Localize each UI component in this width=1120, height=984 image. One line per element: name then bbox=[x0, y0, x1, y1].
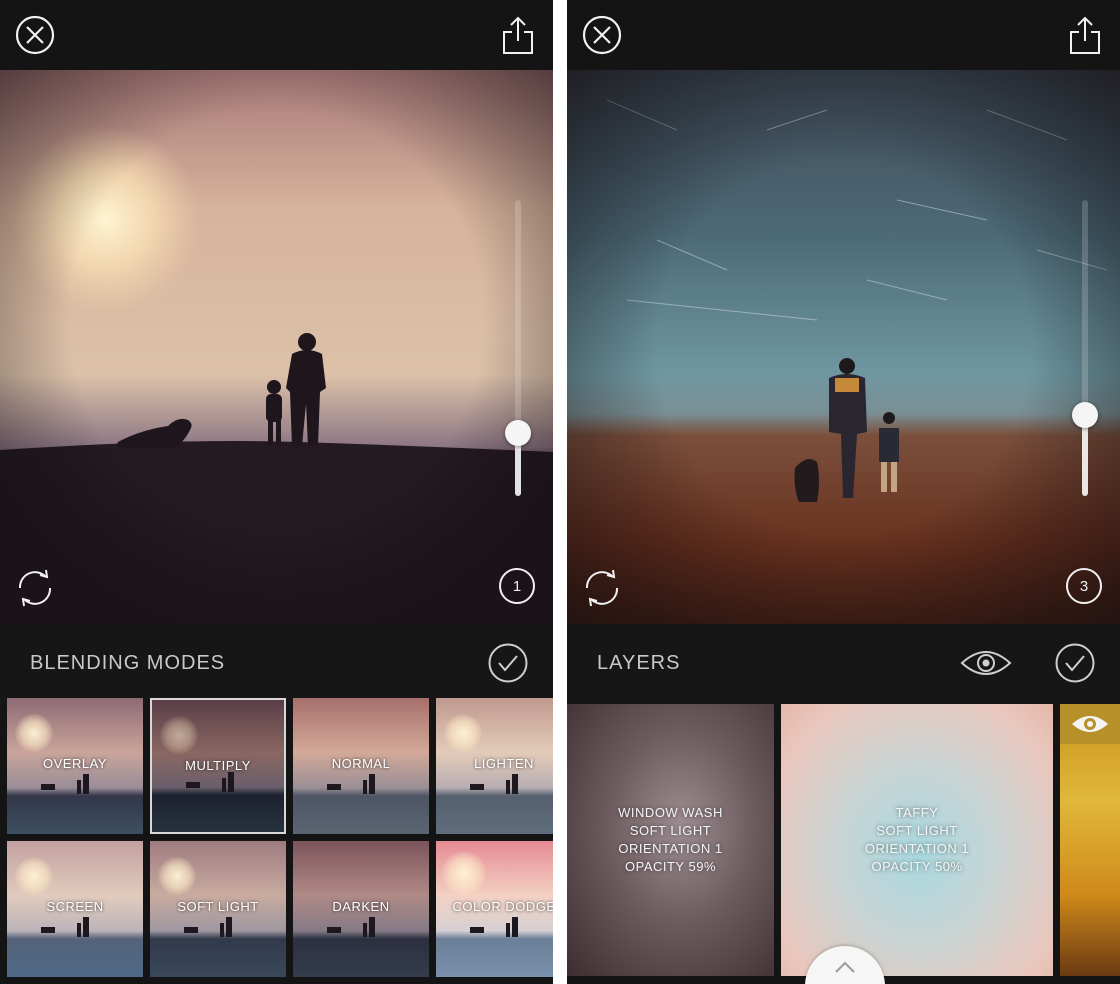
layer-blend-mode: SOFT LIGHT bbox=[876, 823, 958, 838]
layer-list: WINDOW WASH SOFT LIGHT ORIENTATION 1 OPA… bbox=[567, 704, 1120, 984]
opacity-slider-thumb[interactable] bbox=[1072, 402, 1098, 428]
blend-mode-grid: OVERLAY MULTIPLY NORMAL LIGHTEN SCREEN S… bbox=[7, 698, 553, 984]
close-circle-icon bbox=[582, 15, 622, 55]
blend-mode-tile-selected[interactable]: MULTIPLY bbox=[150, 698, 286, 834]
blend-mode-label: NORMAL bbox=[331, 756, 391, 771]
checkmark-circle-icon bbox=[488, 643, 528, 683]
eye-icon bbox=[1072, 716, 1108, 732]
panel-header: LAYERS bbox=[567, 624, 1120, 704]
layer-card[interactable]: TAFFY SOFT LIGHT ORIENTATION 1 OPACITY 5… bbox=[781, 704, 1053, 976]
blend-mode-label: SCREEN bbox=[46, 899, 104, 914]
panel-title: BLENDING MODES bbox=[30, 652, 226, 674]
blend-mode-label: SOFT LIGHT bbox=[177, 899, 259, 914]
blend-mode-label: MULTIPLY bbox=[185, 758, 251, 773]
blend-mode-tile[interactable]: NORMAL bbox=[293, 698, 429, 834]
blend-mode-label: COLOR DODGE bbox=[452, 899, 553, 914]
sync-arrows-icon bbox=[18, 569, 52, 607]
blend-mode-label: OVERLAY bbox=[43, 756, 107, 771]
layer-count-badge[interactable]: 1 bbox=[499, 568, 535, 604]
sync-arrows-icon bbox=[585, 569, 619, 607]
blending-modes-screen: 1 BLENDING MODES OVERLAY MULTIPLY NORMAL… bbox=[0, 0, 553, 984]
layer-orientation: ORIENTATION 1 bbox=[618, 841, 723, 856]
toggle-visibility-button[interactable] bbox=[959, 646, 1013, 680]
confirm-button[interactable] bbox=[1054, 642, 1096, 684]
blend-mode-tile[interactable]: SCREEN bbox=[7, 841, 143, 977]
layer-name: TAFFY bbox=[895, 805, 939, 820]
opacity-slider-thumb[interactable] bbox=[505, 420, 531, 446]
blend-mode-tile[interactable]: OVERLAY bbox=[7, 698, 143, 834]
layer-count-badge[interactable]: 3 bbox=[1066, 568, 1102, 604]
layer-card[interactable] bbox=[1060, 704, 1120, 976]
close-button[interactable] bbox=[581, 14, 623, 56]
layer-visibility-toggle[interactable] bbox=[1060, 704, 1120, 744]
blend-mode-tile[interactable]: LIGHTEN bbox=[436, 698, 553, 834]
sync-button[interactable] bbox=[12, 566, 58, 610]
chevron-up-icon bbox=[835, 961, 855, 973]
close-circle-icon bbox=[15, 15, 55, 55]
panel-title: LAYERS bbox=[597, 652, 681, 674]
sync-button[interactable] bbox=[579, 566, 625, 610]
top-toolbar bbox=[567, 0, 1120, 70]
opacity-slider[interactable] bbox=[1072, 200, 1098, 496]
share-button[interactable] bbox=[501, 14, 535, 56]
panel-header: BLENDING MODES bbox=[0, 624, 553, 704]
blend-mode-label: LIGHTEN bbox=[474, 756, 534, 771]
layer-orientation: ORIENTATION 1 bbox=[864, 841, 970, 856]
share-button[interactable] bbox=[1068, 14, 1102, 56]
confirm-button[interactable] bbox=[487, 642, 529, 684]
layer-name: WINDOW WASH bbox=[618, 805, 723, 820]
blend-mode-label: DARKEN bbox=[332, 899, 390, 914]
share-icon bbox=[503, 16, 533, 54]
layers-screen: 3 LAYERS WINDOW WASH SOFT LIGHT ORIENTAT… bbox=[567, 0, 1120, 984]
blend-mode-tile[interactable]: DARKEN bbox=[293, 841, 429, 977]
layer-card[interactable]: WINDOW WASH SOFT LIGHT ORIENTATION 1 OPA… bbox=[567, 704, 774, 976]
layer-blend-mode: SOFT LIGHT bbox=[629, 823, 712, 838]
layer-info: WINDOW WASH SOFT LIGHT ORIENTATION 1 OPA… bbox=[567, 804, 774, 876]
opacity-slider[interactable] bbox=[505, 200, 531, 496]
photo-canvas[interactable] bbox=[0, 70, 553, 624]
layer-opacity: OPACITY 59% bbox=[625, 859, 716, 874]
share-icon bbox=[1070, 16, 1100, 54]
layer-info: TAFFY SOFT LIGHT ORIENTATION 1 OPACITY 5… bbox=[781, 804, 1053, 876]
checkmark-circle-icon bbox=[1055, 643, 1095, 683]
blend-mode-tile[interactable]: COLOR DODGE bbox=[436, 841, 553, 977]
photo-canvas[interactable] bbox=[567, 70, 1120, 624]
blend-mode-tile[interactable]: SOFT LIGHT bbox=[150, 841, 286, 977]
layer-opacity: OPACITY 50% bbox=[871, 859, 963, 874]
top-toolbar bbox=[0, 0, 553, 70]
eye-icon bbox=[960, 651, 1012, 675]
close-button[interactable] bbox=[14, 14, 56, 56]
